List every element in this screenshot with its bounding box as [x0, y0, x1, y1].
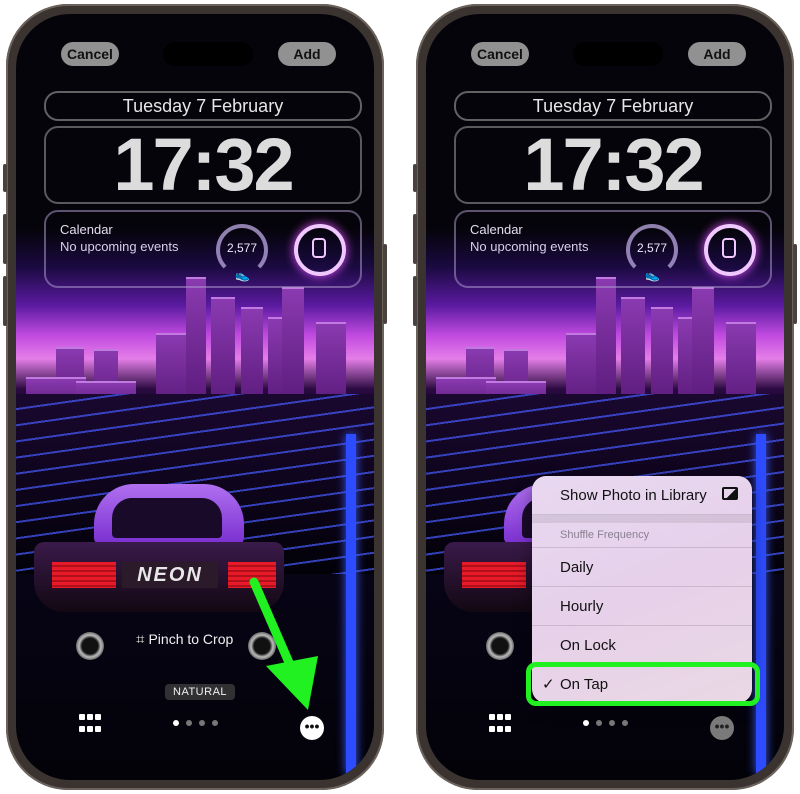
photo-library-icon: [722, 487, 738, 500]
neon-stripe: [346, 434, 356, 774]
dynamic-island: [573, 42, 663, 66]
widget-row[interactable]: Calendar No upcoming events 2,577 👟: [454, 210, 772, 288]
wallpaper-city: [16, 269, 374, 409]
page-dots[interactable]: [173, 720, 218, 726]
page-dot[interactable]: [199, 720, 205, 726]
menu-item-label: Hourly: [560, 597, 604, 615]
cancel-button[interactable]: Cancel: [471, 42, 529, 66]
calendar-widget-subtitle: No upcoming events: [60, 239, 179, 254]
phone-mockup-left: NEON Cancel Add Tuesday 7 February 17:32…: [3, 4, 387, 790]
steps-value: 2,577: [636, 241, 668, 255]
watch-battery-icon: [312, 238, 326, 258]
grid-icon[interactable]: [489, 714, 511, 736]
more-button[interactable]: •••: [300, 716, 324, 740]
green-arrow-annotation: [249, 577, 318, 710]
menu-item-hourly[interactable]: Hourly: [532, 587, 752, 626]
clock[interactable]: 17:32: [44, 126, 362, 204]
green-highlight-annotation: [526, 662, 760, 706]
pinch-to-crop-hint: ⌗ Pinch to Crop: [136, 631, 233, 648]
add-button[interactable]: Add: [688, 42, 746, 66]
menu-separator: [532, 515, 752, 523]
crop-hint-label: Pinch to Crop: [148, 631, 234, 647]
lock-screen: NEON Cancel Add Tuesday 7 February 17:32…: [426, 14, 784, 780]
add-button[interactable]: Add: [278, 42, 336, 66]
menu-item-label: Daily: [560, 558, 594, 576]
menu-item-show-photo[interactable]: Show Photo in Library: [532, 476, 752, 515]
side-button: [793, 244, 797, 324]
phone-mockup-right: NEON Cancel Add Tuesday 7 February 17:32…: [413, 4, 797, 790]
page-dot[interactable]: [596, 720, 602, 726]
action-button: [413, 164, 417, 192]
more-button[interactable]: •••: [710, 716, 734, 740]
date-widget[interactable]: Tuesday 7 February: [44, 91, 362, 121]
page-dots[interactable]: [583, 720, 628, 726]
wallpaper-city: [426, 269, 784, 409]
calendar-widget-subtitle: No upcoming events: [470, 239, 589, 254]
page-dot[interactable]: [622, 720, 628, 726]
menu-item-daily[interactable]: Daily: [532, 548, 752, 587]
shoe-icon: 👟: [645, 268, 660, 282]
shoe-icon: 👟: [235, 268, 250, 282]
volume-up-button: [413, 214, 417, 264]
dynamic-island: [163, 42, 253, 66]
neon-stripe: [756, 434, 766, 774]
page-dot[interactable]: [173, 720, 179, 726]
menu-section-header: Shuffle Frequency: [532, 523, 752, 548]
date-widget[interactable]: Tuesday 7 February: [454, 91, 772, 121]
watch-battery-widget[interactable]: [294, 224, 346, 276]
page-dot[interactable]: [583, 720, 589, 726]
watch-battery-widget[interactable]: [704, 224, 756, 276]
page-dot[interactable]: [212, 720, 218, 726]
cancel-button[interactable]: Cancel: [61, 42, 119, 66]
watch-battery-icon: [722, 238, 736, 258]
page-dot[interactable]: [609, 720, 615, 726]
grid-icon[interactable]: [79, 714, 101, 736]
volume-down-button: [3, 276, 7, 326]
widget-row[interactable]: Calendar No upcoming events 2,577 👟: [44, 210, 362, 288]
menu-item-label: On Lock: [560, 636, 616, 654]
calendar-widget-title: Calendar: [60, 222, 113, 237]
action-button: [3, 164, 7, 192]
calendar-widget-title: Calendar: [470, 222, 523, 237]
car-plate: NEON: [122, 562, 218, 588]
side-button: [383, 244, 387, 324]
clock[interactable]: 17:32: [454, 126, 772, 204]
page-dot[interactable]: [186, 720, 192, 726]
volume-down-button: [413, 276, 417, 326]
volume-up-button: [3, 214, 7, 264]
crop-icon: ⌗: [136, 631, 145, 648]
menu-item-label: Show Photo in Library: [560, 486, 707, 504]
steps-value: 2,577: [226, 241, 258, 255]
menu-item-on-lock[interactable]: On Lock: [532, 626, 752, 665]
filter-label: NATURAL: [165, 684, 236, 700]
